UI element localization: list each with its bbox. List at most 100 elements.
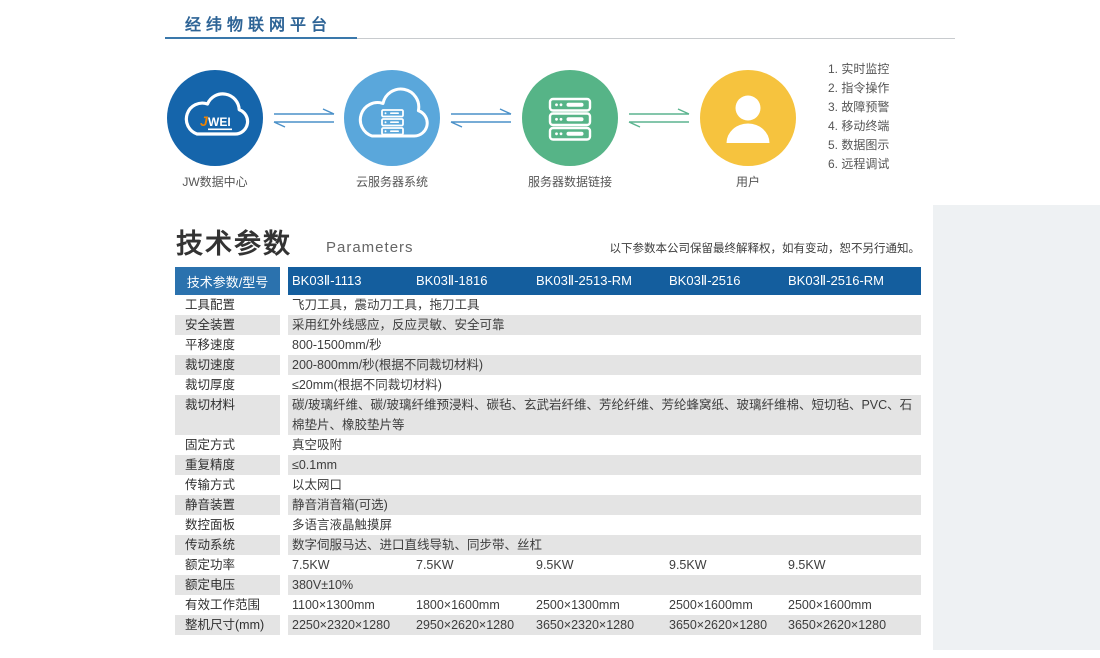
column-gap [280,615,288,635]
spec-row: 重复精度≤0.1mm [175,455,921,475]
corner-header: 技术参数/型号 [175,267,280,295]
flow-node-label: 用户 [668,173,828,190]
spec-value: 9.5KW [532,555,665,575]
column-gap [280,575,288,595]
platform-feature-list: 1. 实时监控 2. 指令操作 3. 故障预警 4. 移动终端 5. 数据图示 … [828,60,889,174]
spec-value: 3650×2620×1280 [665,615,784,635]
spec-label: 额定功率 [175,555,280,575]
spec-value: 2500×1600mm [665,595,784,615]
column-gap [280,295,288,315]
spec-row: 裁切材料碳/玻璃纤维、碳/玻璃纤维预浸料、碳毡、玄武岩纤维、芳纶纤维、芳纶蜂窝纸… [175,395,921,435]
spec-value: ≤0.1mm [288,455,921,475]
spec-value: 静音消音箱(可选) [288,495,921,515]
spec-value: 200-800mm/秒(根据不同裁切材料) [288,355,921,375]
spec-label: 裁切速度 [175,355,280,375]
spec-label: 工具配置 [175,295,280,315]
column-gap [280,555,288,575]
spec-value: 1100×1300mm [288,595,412,615]
column-gap [280,535,288,555]
title-underline-rule [357,38,955,39]
title-underline-accent [165,37,357,39]
spec-label: 有效工作范围 [175,595,280,615]
spec-label: 传输方式 [175,475,280,495]
spec-label: 额定电压 [175,575,280,595]
spec-value: 采用红外线感应，反应灵敏、安全可靠 [288,315,921,335]
spec-label: 静音装置 [175,495,280,515]
spec-row: 固定方式真空吸附 [175,435,921,455]
jwei-cloud-icon: J WEI [167,70,263,166]
user-icon [700,70,796,166]
spec-table-header: 技术参数/型号 BK03Ⅱ-1113 BK03Ⅱ-1816 BK03Ⅱ-2513… [175,267,921,295]
exchange-arrow-icon [449,108,513,128]
spec-label: 整机尺寸(mm) [175,615,280,635]
feature-item: 4. 移动终端 [828,117,889,136]
spec-value: 以太网口 [288,475,921,495]
server-stack-icon [522,70,618,166]
column-gap [280,375,288,395]
spec-label: 传动系统 [175,535,280,555]
flow-node-label: JW数据中心 [135,173,295,190]
model-header: BK03Ⅱ-2516-RM [784,267,921,295]
spec-row: 传输方式以太网口 [175,475,921,495]
spec-value: 3650×2320×1280 [532,615,665,635]
spec-row: 额定电压 380V±10% [175,575,921,595]
column-gap [280,267,288,295]
spec-row: 裁切速度 200-800mm/秒(根据不同裁切材料) [175,355,921,375]
spec-row: 数控面板多语言液晶触摸屏 [175,515,921,535]
spec-label: 数控面板 [175,515,280,535]
column-gap [280,315,288,335]
spec-value: 380V±10% [288,575,921,595]
model-header: BK03Ⅱ-1816 [412,267,532,295]
feature-item: 3. 故障预警 [828,98,889,117]
spec-label: 裁切材料 [175,395,280,435]
flow-node-label: 服务器数据链接 [490,173,650,190]
column-gap [280,455,288,475]
spec-value: 真空吸附 [288,435,921,455]
spec-label: 平移速度 [175,335,280,355]
spec-row: 工具配置飞刀工具，震动刀工具，拖刀工具 [175,295,921,315]
spec-value: 800-1500mm/秒 [288,335,921,355]
feature-item: 2. 指令操作 [828,79,889,98]
model-header: BK03Ⅱ-1113 [288,267,412,295]
flow-node-server-link [522,70,618,166]
logo-wei: WEI [208,115,231,129]
spec-value: 数字伺服马达、进口直线导轨、同步带、丝杠 [288,535,921,555]
disclaimer-text: 以下参数本公司保留最终解释权，如有变动，恕不另行通知。 [0,240,920,256]
product-spec-page: 经纬物联网平台 J WEI JW数据中心 [0,0,1100,658]
flow-node-label: 云服务器系统 [312,173,472,190]
spec-row: 静音装置静音消音箱(可选) [175,495,921,515]
feature-item: 5. 数据图示 [828,136,889,155]
spec-row: 额定功率7.5KW7.5KW9.5KW9.5KW9.5KW [175,555,921,575]
column-gap [280,335,288,355]
model-header: BK03Ⅱ-2516 [665,267,784,295]
spec-value: 2500×1300mm [532,595,665,615]
flow-node-jw-datacenter: J WEI [167,70,263,166]
spec-value: 7.5KW [288,555,412,575]
background-tint [933,205,1100,650]
flow-node-cloud-server [344,70,440,166]
page-title: 经纬物联网平台 [185,11,332,35]
spec-value: 2950×2620×1280 [412,615,532,635]
model-header: BK03Ⅱ-2513-RM [532,267,665,295]
exchange-arrow-icon [272,108,336,128]
spec-row: 整机尺寸(mm)2250×2320×12802950×2620×12803650… [175,615,921,635]
spec-table: 技术参数/型号 BK03Ⅱ-1113 BK03Ⅱ-1816 BK03Ⅱ-2513… [175,267,921,635]
spec-value: 9.5KW [665,555,784,575]
column-gap [280,475,288,495]
spec-value: 碳/玻璃纤维、碳/玻璃纤维预浸料、碳毡、玄武岩纤维、芳纶纤维、芳纶蜂窝纸、玻璃纤… [288,395,921,435]
spec-row: 平移速度 800-1500mm/秒 [175,335,921,355]
spec-value: 1800×1600mm [412,595,532,615]
spec-row: 安全装置采用红外线感应，反应灵敏、安全可靠 [175,315,921,335]
spec-value: 多语言液晶触摸屏 [288,515,921,535]
spec-table-body: 工具配置飞刀工具，震动刀工具，拖刀工具安全装置采用红外线感应，反应灵敏、安全可靠… [175,295,921,635]
column-gap [280,355,288,375]
spec-row: 有效工作范围 1100×1300mm1800×1600mm2500×1300mm2… [175,595,921,615]
cloud-server-icon [344,70,440,166]
exchange-arrow-icon [627,108,691,128]
column-gap [280,595,288,615]
feature-item: 6. 远程调试 [828,155,889,174]
flow-node-user [700,70,796,166]
spec-value: 7.5KW [412,555,532,575]
spec-label: 固定方式 [175,435,280,455]
spec-value: 2250×2320×1280 [288,615,412,635]
